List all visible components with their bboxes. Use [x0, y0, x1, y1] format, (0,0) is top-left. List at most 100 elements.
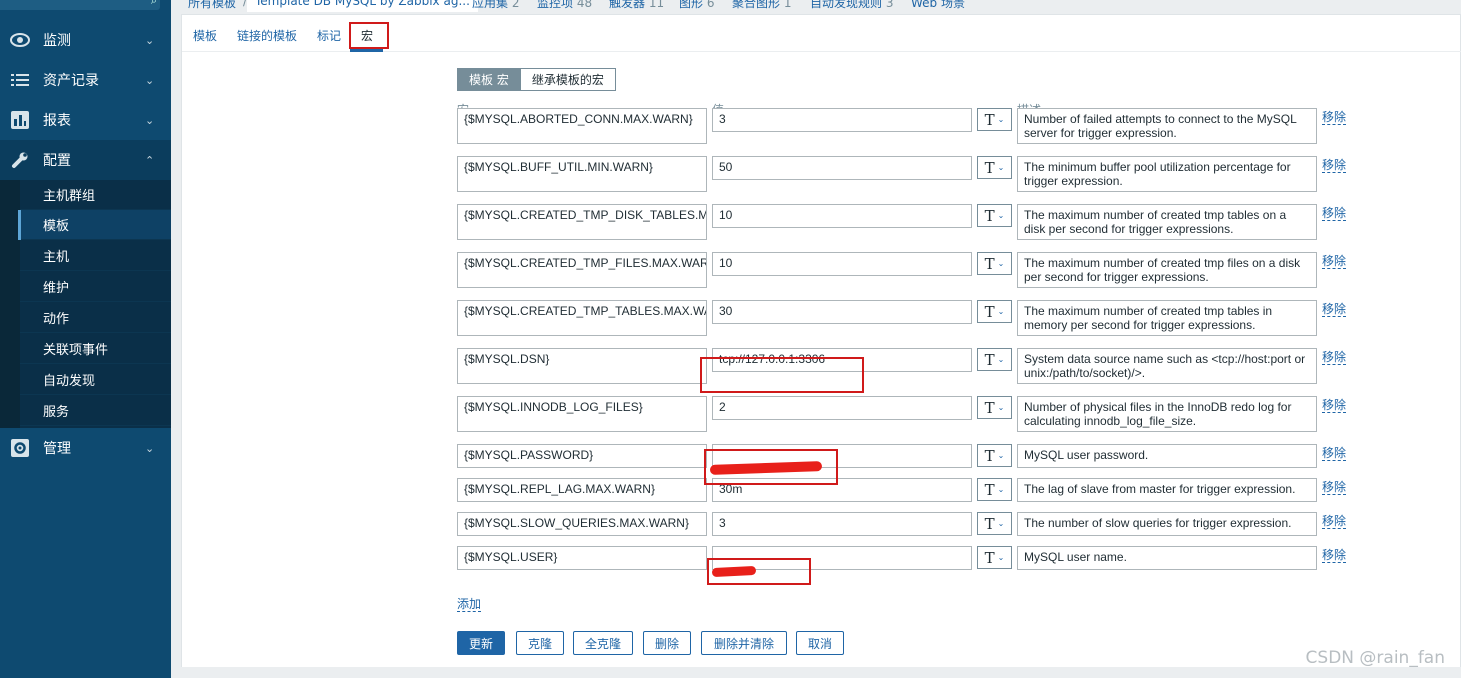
macro-name-field[interactable]: {$MYSQL.SLOW_QUERIES.MAX.WARN}	[457, 512, 707, 536]
sidebar-item-templates[interactable]: 模板	[20, 210, 171, 240]
remove-macro-link[interactable]: 移除	[1322, 515, 1347, 529]
value-type-button[interactable]: T ⌄	[977, 348, 1012, 371]
macro-description-field[interactable]: MySQL user name.	[1017, 546, 1317, 570]
sidebar-menu-label: 管理	[43, 441, 71, 457]
sidebar-item-event-correlation[interactable]: 关联项事件	[20, 334, 171, 364]
sidebar-menu-reports[interactable]: 报表 ⌄	[0, 100, 171, 140]
macro-value-field[interactable]: 3	[712, 108, 972, 132]
value-type-button[interactable]: T ⌄	[977, 300, 1012, 323]
toggle-template-macros[interactable]: 模板 宏	[457, 68, 521, 91]
text-type-icon: T	[984, 398, 995, 417]
macro-value-field[interactable]: 30	[712, 300, 972, 324]
macro-description-field[interactable]: MySQL user password.	[1017, 444, 1317, 468]
macro-description-field[interactable]: The lag of slave from master for trigger…	[1017, 478, 1317, 502]
macro-description-field[interactable]: The maximum number of created tmp tables…	[1017, 300, 1317, 336]
breadcrumb-applications[interactable]: 应用集 2	[472, 0, 519, 12]
delete-button[interactable]: 删除	[643, 631, 691, 655]
remove-macro-link[interactable]: 移除	[1322, 351, 1347, 365]
macro-value-field[interactable]: 2	[712, 396, 972, 420]
value-type-button[interactable]: T ⌄	[977, 396, 1012, 419]
breadcrumb-triggers[interactable]: 触发器 11	[609, 0, 664, 12]
macro-name-field[interactable]: {$MYSQL.CREATED_TMP_TABLES.MAX.WARN}	[457, 300, 707, 336]
sidebar-menu-administration[interactable]: 管理 ⌄	[0, 428, 171, 468]
remove-macro-link[interactable]: 移除	[1322, 549, 1347, 563]
macro-description-field[interactable]: The number of slow queries for trigger e…	[1017, 512, 1317, 536]
chevron-down-icon: ⌄	[997, 519, 1005, 528]
macro-value-field[interactable]: tcp://127.0.0.1:3306	[712, 348, 972, 372]
macro-description-field[interactable]: The minimum buffer pool utilization perc…	[1017, 156, 1317, 192]
value-type-button[interactable]: T ⌄	[977, 108, 1012, 131]
remove-macro-link[interactable]: 移除	[1322, 159, 1347, 173]
macro-value-field[interactable]: 50	[712, 156, 972, 180]
macro-name-field[interactable]: {$MYSQL.CREATED_TMP_DISK_TABLES.MAX.WARN…	[457, 204, 707, 240]
sidebar-menu-label: 资产记录	[43, 73, 99, 89]
sidebar-menu-monitoring[interactable]: 监测 ⌄	[0, 20, 171, 60]
macro-description-field[interactable]: Number of physical files in the InnoDB r…	[1017, 396, 1317, 432]
macro-description-field[interactable]: Number of failed attempts to connect to …	[1017, 108, 1317, 144]
sidebar-menu-inventory[interactable]: 资产记录 ⌄	[0, 60, 171, 100]
full-clone-button[interactable]: 全克隆	[573, 631, 633, 655]
cancel-button[interactable]: 取消	[796, 631, 844, 655]
breadcrumb-screens[interactable]: 聚合图形 1	[732, 0, 791, 12]
macro-name-field[interactable]: {$MYSQL.CREATED_TMP_FILES.MAX.WARN}	[457, 252, 707, 288]
value-type-button[interactable]: T ⌄	[977, 546, 1012, 569]
sidebar: ⌕ 监测 ⌄ 资产记录 ⌄ 报表 ⌄ 配置 ⌃ 主机群组 模板 主机 维护 动作…	[0, 0, 171, 678]
clone-button[interactable]: 克隆	[516, 631, 564, 655]
macro-name-field[interactable]: {$MYSQL.DSN}	[457, 348, 707, 384]
delete-and-clear-button[interactable]: 删除并清除	[701, 631, 787, 655]
breadcrumb-discovery-rules[interactable]: 自动发现规则 3	[810, 0, 893, 12]
value-type-button[interactable]: T ⌄	[977, 478, 1012, 501]
sidebar-item-hosts[interactable]: 主机	[20, 241, 171, 271]
tab-macros[interactable]: 宏	[361, 27, 373, 44]
remove-macro-link[interactable]: 移除	[1322, 481, 1347, 495]
macro-value-field[interactable]: 30m	[712, 478, 972, 502]
macro-name-field[interactable]: {$MYSQL.REPL_LAG.MAX.WARN}	[457, 478, 707, 502]
toggle-inherited-macros[interactable]: 继承模板的宏	[520, 68, 616, 91]
macro-name-field[interactable]: {$MYSQL.ABORTED_CONN.MAX.WARN}	[457, 108, 707, 144]
macro-value-field[interactable]: 3	[712, 512, 972, 536]
remove-macro-link[interactable]: 移除	[1322, 303, 1347, 317]
sidebar-search[interactable]: ⌕	[0, 0, 160, 10]
breadcrumb-all-templates[interactable]: 所有模板	[188, 0, 236, 12]
macro-name-field[interactable]: {$MYSQL.BUFF_UTIL.MIN.WARN}	[457, 156, 707, 192]
macro-description-field[interactable]: The maximum number of created tmp files …	[1017, 252, 1317, 288]
tab-template[interactable]: 模板	[193, 27, 217, 44]
value-type-button[interactable]: T ⌄	[977, 512, 1012, 535]
macro-value-field[interactable]: 10	[712, 204, 972, 228]
value-type-button[interactable]: T ⌄	[977, 252, 1012, 275]
breadcrumb-items[interactable]: 监控项 48	[537, 0, 592, 12]
chevron-down-icon: ⌄	[145, 441, 155, 455]
breadcrumb-web-scenarios[interactable]: Web 场景	[911, 0, 965, 12]
sidebar-menu-configuration[interactable]: 配置 ⌃	[0, 140, 171, 180]
value-type-button[interactable]: T ⌄	[977, 204, 1012, 227]
remove-macro-link[interactable]: 移除	[1322, 255, 1347, 269]
value-type-button[interactable]: T ⌄	[977, 444, 1012, 467]
macro-name-field[interactable]: {$MYSQL.INNODB_LOG_FILES}	[457, 396, 707, 432]
remove-macro-link[interactable]: 移除	[1322, 111, 1347, 125]
macro-value-field[interactable]: 10	[712, 252, 972, 276]
search-icon[interactable]: ⌕	[151, 0, 157, 8]
macro-name-field[interactable]: {$MYSQL.USER}	[457, 546, 707, 570]
sidebar-item-host-groups[interactable]: 主机群组	[20, 180, 171, 210]
breadcrumb-graphs[interactable]: 图形 6	[679, 0, 714, 12]
sidebar-item-discovery[interactable]: 自动发现	[20, 365, 171, 395]
sidebar-item-services[interactable]: 服务	[20, 396, 171, 426]
macro-description-field[interactable]: System data source name such as <tcp://h…	[1017, 348, 1317, 384]
macro-name-field[interactable]: {$MYSQL.PASSWORD}	[457, 444, 707, 468]
remove-macro-link[interactable]: 移除	[1322, 207, 1347, 221]
add-macro-link[interactable]: 添加	[457, 598, 482, 612]
chevron-down-icon: ⌄	[997, 451, 1005, 460]
sidebar-item-maintenance[interactable]: 维护	[20, 272, 171, 302]
chevron-down-icon: ⌄	[997, 307, 1005, 316]
macro-description-field[interactable]: The maximum number of created tmp tables…	[1017, 204, 1317, 240]
text-type-icon: T	[984, 158, 995, 177]
watermark: CSDN @rain_fan	[1305, 648, 1445, 668]
update-button[interactable]: 更新	[457, 631, 505, 655]
remove-macro-link[interactable]: 移除	[1322, 399, 1347, 413]
tab-tags[interactable]: 标记	[317, 27, 341, 44]
value-type-button[interactable]: T ⌄	[977, 156, 1012, 179]
breadcrumb-template[interactable]: Template DB MySQL by Zabbix ag...	[247, 0, 478, 12]
tab-linked-templates[interactable]: 链接的模板	[237, 27, 297, 44]
remove-macro-link[interactable]: 移除	[1322, 447, 1347, 461]
sidebar-item-actions[interactable]: 动作	[20, 303, 171, 333]
